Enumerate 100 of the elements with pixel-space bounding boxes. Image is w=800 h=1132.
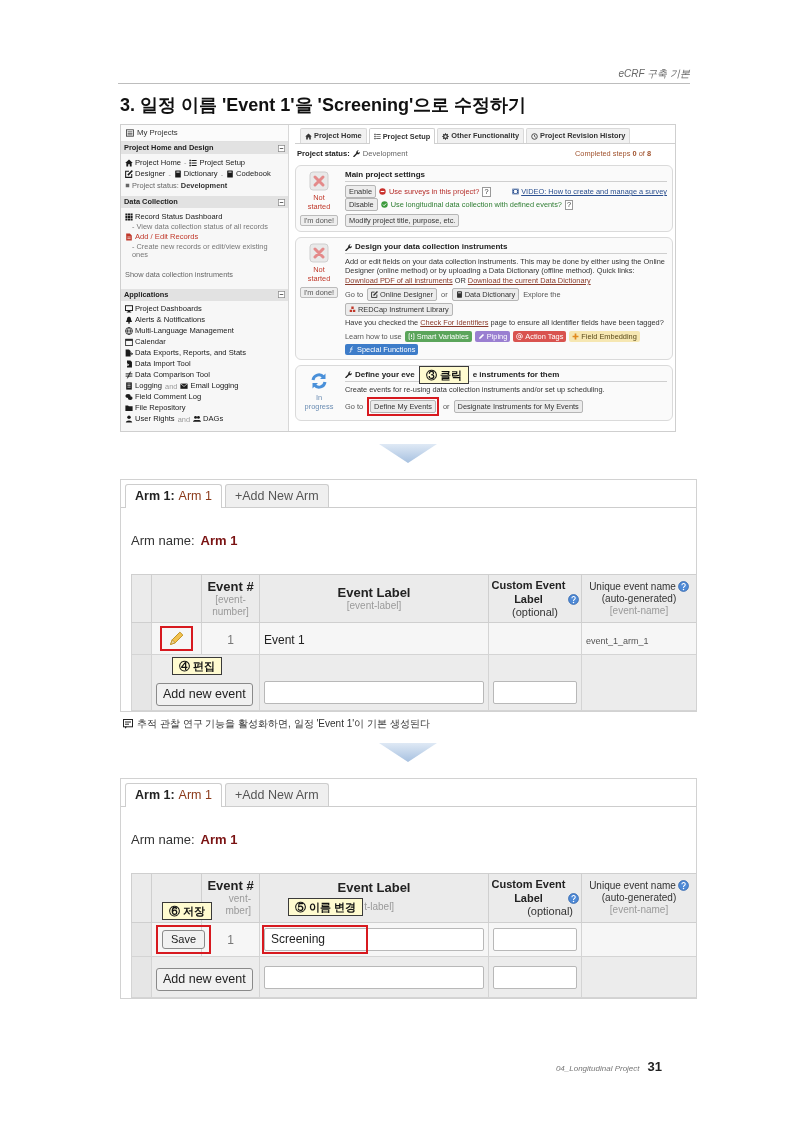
page-title: 3. 일정 이름 'Event 1'을 'Screening'으로 수정하기 [120, 94, 528, 116]
help-icon [568, 893, 579, 905]
tab[interactable]: Arm 1: Arm 1 [125, 782, 222, 807]
document-icon [125, 232, 133, 241]
callout-label: ③ 클릭 [418, 365, 469, 384]
collapse-icon[interactable] [278, 198, 285, 206]
column-note: (optional) [527, 905, 573, 919]
column-note: (auto-generated) [600, 593, 678, 605]
notebook-icon [125, 382, 133, 391]
list-icon [189, 158, 198, 167]
column-hint: [event-name] [608, 605, 670, 617]
house-icon [305, 132, 312, 140]
collapse-icon[interactable] [278, 291, 285, 299]
table-button[interactable]: Add new event [156, 967, 253, 991]
column-note: (auto-generated) [600, 892, 678, 905]
column-hint: t-label] [364, 900, 395, 913]
down-arrow [379, 444, 437, 463]
step-title: Main project settings [345, 169, 425, 181]
chapter-label: 04_Longitudinal Project [555, 1062, 640, 1075]
arm-name-label: Arm name: [131, 831, 195, 848]
document-arrow-icon [125, 349, 133, 358]
column-heading: Custom Event Label [491, 877, 566, 906]
monitor-icon [125, 305, 133, 314]
section-header-text: eCRF 구축 기본 [618, 68, 690, 80]
not-equal-icon [125, 371, 133, 380]
wrench-icon [345, 243, 352, 251]
pencil-icon [477, 332, 485, 340]
help-icon [568, 594, 579, 605]
users-icon [193, 415, 201, 424]
text-input[interactable] [493, 927, 577, 951]
text-input[interactable] [493, 681, 577, 704]
pencil-icon[interactable] [168, 630, 185, 647]
column-heading: Custom Event Label [491, 578, 566, 606]
column-heading: Event # [207, 579, 254, 594]
envelope-icon [180, 382, 189, 391]
table-button[interactable]: Save [162, 929, 206, 949]
column-hint: [event-label] [345, 600, 403, 612]
column-hint: mber] [225, 905, 251, 918]
help-icon [677, 880, 689, 892]
callout-label: ⑥ 저장 [162, 901, 213, 920]
column-heading: Event Label [337, 879, 411, 895]
column-heading: Event Label [337, 585, 411, 600]
column-heading: Event # [207, 878, 254, 894]
tab[interactable]: +Add New Arm [224, 782, 329, 806]
book-icon [455, 291, 463, 299]
cross-icon [309, 171, 329, 191]
callout-label: ⑤ 이름 변경 [288, 897, 364, 916]
wrench-icon [345, 371, 352, 379]
cross-icon [309, 243, 329, 263]
column-heading: Unique event name [589, 879, 676, 893]
edit-icon [125, 170, 133, 179]
folder-icon [125, 404, 133, 413]
function-icon [348, 345, 355, 353]
tab[interactable]: Arm 1: Arm 1 [125, 484, 222, 508]
collapse-icon[interactable] [278, 144, 285, 152]
at-sign-icon [516, 332, 524, 340]
text-input[interactable]: Screening [264, 927, 484, 951]
edit-icon [371, 291, 379, 299]
text-input[interactable] [264, 965, 484, 989]
step-title: Design your data collection instruments [355, 241, 508, 253]
bracket-icon [407, 332, 415, 340]
column-note: (optional) [511, 606, 559, 619]
cell-text: Event 1 [264, 632, 305, 647]
note-icon [123, 718, 133, 729]
help-icon [677, 581, 689, 592]
arm-name-label: Arm name: [131, 533, 195, 549]
bell-icon [125, 316, 133, 325]
table-button[interactable]: Add new event [156, 682, 253, 706]
column-hint: vent- [228, 893, 251, 906]
clock-icon [531, 132, 539, 140]
column-heading: Unique event name [589, 580, 676, 593]
plus-icon [572, 332, 580, 340]
projects-icon [126, 129, 134, 137]
film-icon [512, 188, 520, 195]
column-hint: [event-number] [211, 594, 250, 618]
cell-text: event_1_arm_1 [586, 635, 649, 646]
arm-name-value: Arm 1 [200, 533, 238, 549]
arm-name-value: Arm 1 [200, 831, 238, 848]
grid-icon [125, 212, 133, 221]
page-number: 31 [647, 1057, 662, 1076]
refresh-icon [309, 370, 329, 391]
step-title: e instruments for them [472, 368, 560, 381]
tab[interactable]: +Add New Arm [224, 484, 329, 507]
cell-text: 1 [227, 632, 234, 647]
comments-icon [125, 393, 133, 402]
blocks-icon [349, 306, 356, 314]
step-title: Define your eve [355, 368, 415, 381]
column-hint: [event-name] [608, 904, 670, 917]
book-icon [173, 170, 182, 179]
user-icon [125, 415, 133, 424]
text-input[interactable] [493, 965, 577, 989]
cell-text: 1 [227, 933, 234, 948]
list-icon [373, 133, 381, 140]
gear-icon [442, 132, 450, 140]
down-arrow [379, 742, 437, 762]
figure-caption: 추적 관찰 연구 기능을 활성화하면, 일정 'Event 1'이 기본 생성된다 [137, 717, 430, 732]
calendar-icon [125, 338, 133, 347]
wrench-icon [352, 150, 360, 157]
text-input[interactable] [264, 681, 484, 704]
document-arrow-icon [125, 360, 133, 369]
